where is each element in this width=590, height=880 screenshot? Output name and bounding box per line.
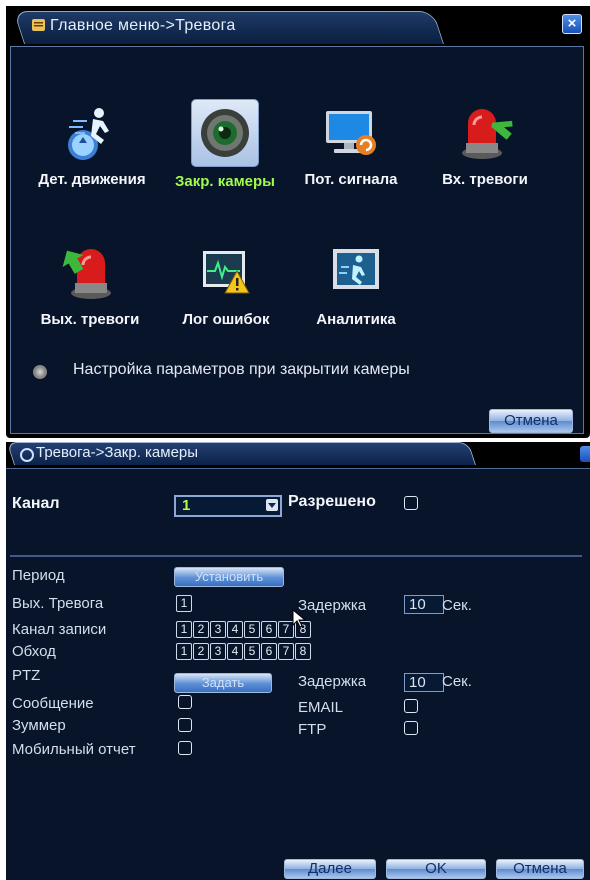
mobile-report-checkbox[interactable] [178, 741, 192, 755]
period-label: Период [12, 567, 65, 584]
record-channel[interactable]: 3 [210, 621, 226, 638]
ftp-checkbox[interactable] [404, 721, 418, 735]
enabled-label: Разрешено [288, 493, 376, 510]
menu-icon [32, 19, 45, 31]
ptz-label: PTZ [12, 667, 41, 684]
tour-channel[interactable]: 7 [278, 643, 294, 660]
alarm-output-channels: 1 [176, 595, 192, 612]
tour-channel[interactable]: 8 [295, 643, 311, 660]
buzzer-label: Зуммер [12, 717, 66, 734]
ftp-label: FTP [298, 721, 327, 738]
message-checkbox[interactable] [178, 695, 192, 709]
record-channels: 1 2 3 4 5 6 7 8 [176, 621, 311, 638]
menu-item-alarm-output[interactable]: Вых. тревоги [31, 239, 149, 328]
menu-item-label: Аналитика [316, 311, 396, 328]
menu-item-label: Лог ошибок [182, 311, 270, 328]
main-menu-panel: Дет. движения Закр. камеры Пот. сигнала … [10, 46, 584, 434]
main-menu-titlebar: Главное меню->Тревога × [6, 6, 590, 44]
menu-item-label: Закр. камеры [174, 173, 275, 190]
menu-hint-text: Настройка параметров при закрытии камеры [73, 361, 410, 378]
info-radio-icon [33, 365, 47, 379]
next-button[interactable]: Далее [284, 859, 376, 879]
record-channel[interactable]: 5 [244, 621, 260, 638]
camera-blind-icon [191, 99, 259, 167]
alarm-input-icon [452, 99, 518, 165]
channel-select[interactable]: 1 [174, 495, 282, 517]
tour-channel[interactable]: 1 [176, 643, 192, 660]
message-label: Сообщение [12, 695, 94, 712]
delay-label: Задержка [298, 673, 367, 690]
alarm-output-icon [57, 239, 123, 305]
enabled-checkbox[interactable] [404, 496, 418, 510]
tour-channel[interactable]: 4 [227, 643, 243, 660]
delay-input[interactable]: 10 [404, 673, 444, 692]
channel-value: 1 [182, 497, 191, 514]
analytics-icon [323, 239, 389, 305]
seconds-label: Сек. [442, 673, 472, 690]
mobile-report-label: Мобильный отчет [12, 741, 136, 758]
tour-channel[interactable]: 2 [193, 643, 209, 660]
main-menu-window: Главное меню->Тревога × Дет. движения За… [6, 6, 590, 438]
tour-channel[interactable]: 5 [244, 643, 260, 660]
alarm-output-label: Вых. Тревога [12, 595, 104, 612]
seconds-label: Сек. [442, 597, 472, 614]
tour-channels: 1 2 3 4 5 6 7 8 [176, 643, 311, 660]
error-log-icon [193, 239, 259, 305]
menu-item-label: Вых. тревоги [40, 311, 140, 328]
mouse-cursor-icon [292, 609, 306, 628]
email-checkbox[interactable] [404, 699, 418, 713]
ptz-set-button[interactable]: Задать [174, 673, 272, 693]
tour-channel[interactable]: 3 [210, 643, 226, 660]
menu-item-label: Пот. сигнала [304, 171, 398, 188]
camera-blind-title: Тревога->Закр. камеры [36, 444, 199, 461]
motion-detect-icon [59, 99, 125, 165]
channel-label: Канал [12, 495, 60, 512]
ok-button[interactable]: OK [386, 859, 486, 879]
main-menu-title: Главное меню->Тревога [50, 17, 236, 34]
video-loss-icon [318, 99, 384, 165]
camera-blind-window: Тревога->Закр. камеры Канал 1 Разрешено … [6, 442, 590, 880]
chevron-down-icon [266, 499, 278, 511]
email-label: EMAIL [298, 699, 344, 716]
record-channel[interactable]: 2 [193, 621, 209, 638]
delay-input[interactable]: 10 [404, 595, 444, 614]
window-circle-icon [20, 448, 34, 462]
menu-item-alarm-input[interactable]: Вх. тревоги [427, 99, 543, 188]
record-channel[interactable]: 6 [261, 621, 277, 638]
record-channel[interactable]: 1 [176, 621, 192, 638]
menu-item-label: Дет. движения [38, 171, 146, 188]
menu-item-motion-detect[interactable]: Дет. движения [25, 99, 159, 188]
alarm-output-channel-1[interactable]: 1 [176, 595, 192, 612]
divider [10, 555, 582, 557]
buzzer-checkbox[interactable] [178, 718, 192, 732]
tour-label: Обход [12, 643, 56, 660]
cancel-button[interactable]: Отмена [489, 409, 573, 433]
cancel-button[interactable]: Отмена [496, 859, 584, 879]
menu-item-label: Вх. тревоги [442, 171, 528, 188]
menu-item-camera-blind[interactable]: Закр. камеры [167, 99, 283, 190]
tour-channel[interactable]: 6 [261, 643, 277, 660]
menu-item-video-loss[interactable]: Пот. сигнала [293, 99, 409, 188]
menu-item-error-log[interactable]: Лог ошибок [171, 239, 281, 328]
delay-label: Задержка [298, 597, 367, 614]
camera-blind-panel: Канал 1 Разрешено Период Установить Вых.… [6, 468, 590, 880]
record-channel-label: Канал записи [12, 621, 107, 638]
period-set-button[interactable]: Установить [174, 567, 284, 587]
menu-item-analytics[interactable]: Аналитика [301, 239, 411, 328]
record-channel[interactable]: 4 [227, 621, 243, 638]
close-icon[interactable] [580, 446, 590, 462]
close-icon[interactable]: × [562, 14, 582, 34]
